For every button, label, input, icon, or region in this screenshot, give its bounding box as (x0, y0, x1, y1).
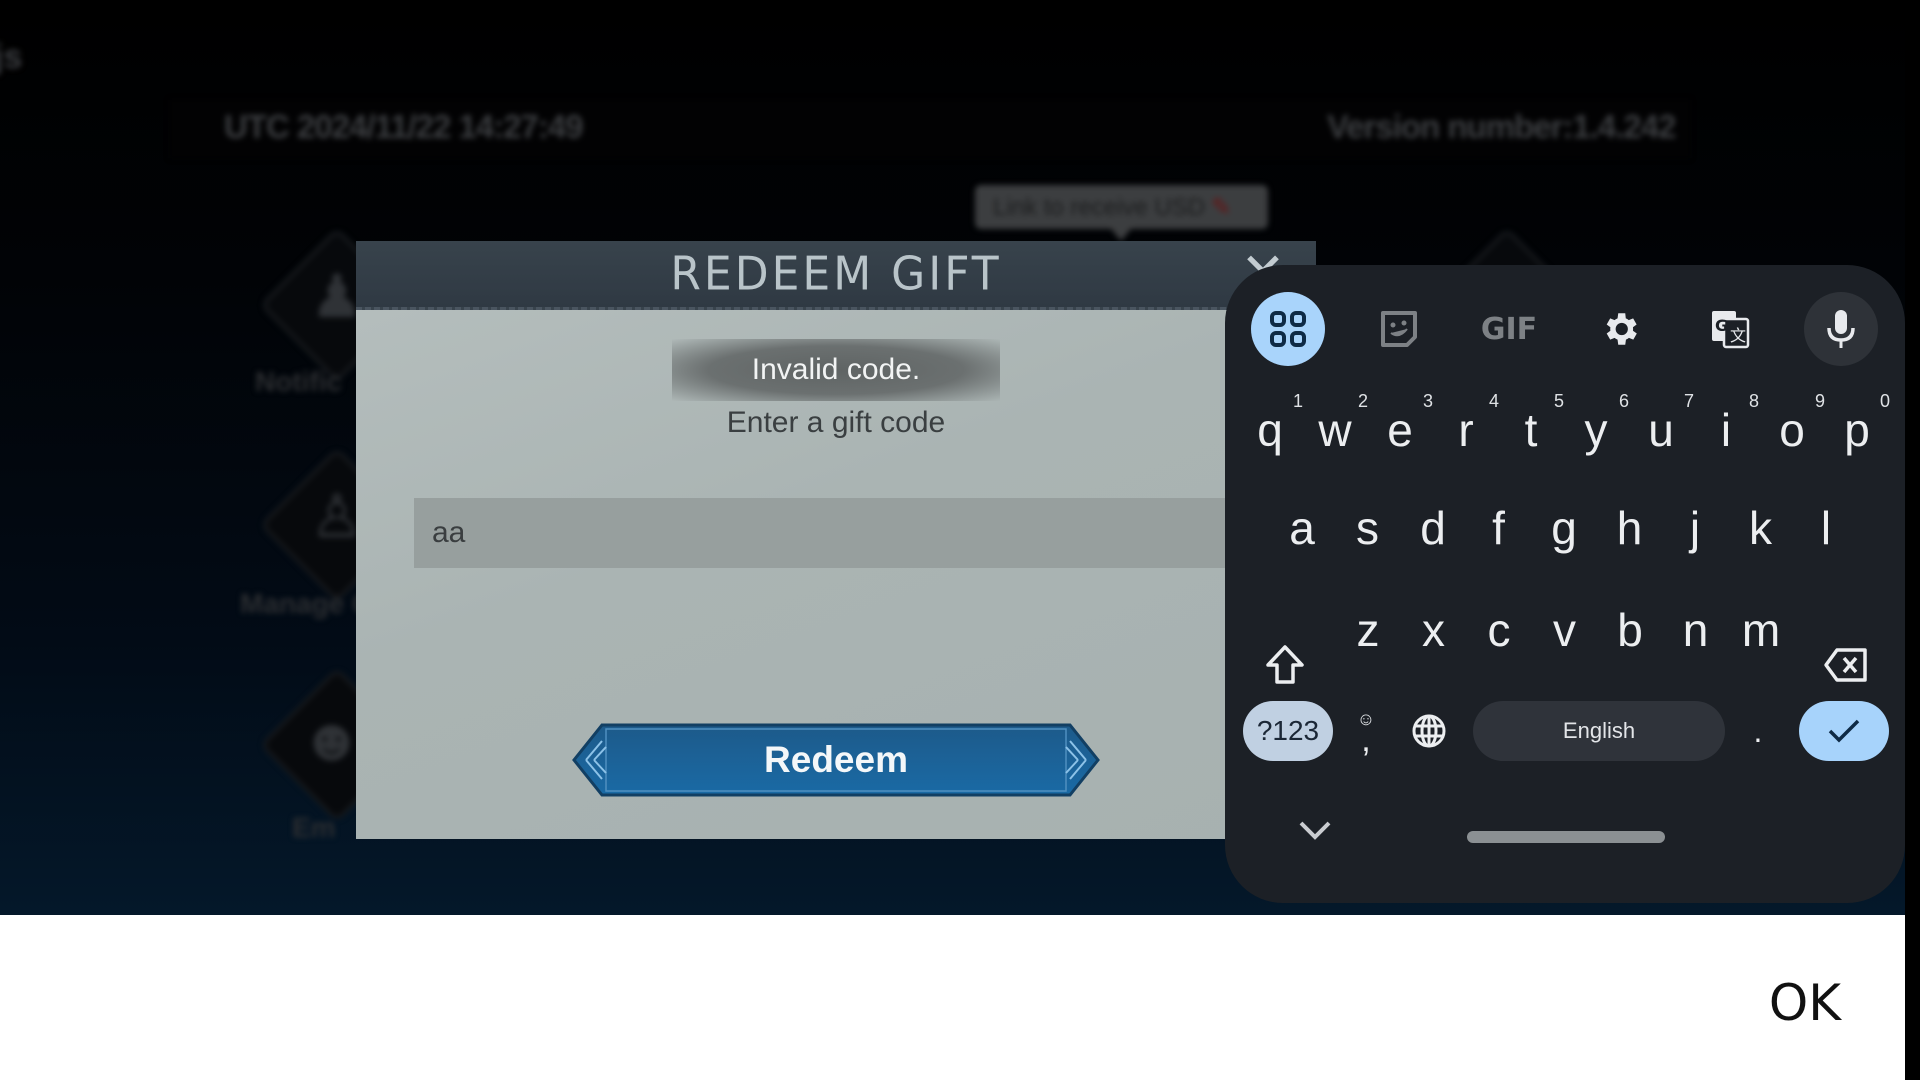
hide-keyboard-button[interactable] (1285, 805, 1345, 855)
language-key[interactable] (1399, 701, 1459, 761)
input-action-bar: OK (0, 915, 1905, 1080)
utc-time: UTC 2024/11/22 14:27:49 (224, 108, 584, 145)
tooltip-text: Link to receive USD (993, 194, 1206, 221)
redeem-button-label: Redeem (764, 739, 908, 780)
space-key-label: English (1562, 718, 1636, 743)
key-z[interactable]: z (1336, 590, 1400, 670)
shift-arrow-icon (1266, 645, 1304, 684)
shift-key[interactable] (1250, 625, 1320, 705)
key-d[interactable]: d (1401, 488, 1465, 568)
settings-gear-icon (1606, 313, 1637, 345)
key-j[interactable]: j (1663, 488, 1727, 568)
dialog-title: REDEEM GIFT (670, 247, 1002, 302)
translate-button[interactable]: G 文 (1693, 292, 1767, 366)
key-c[interactable]: c (1467, 590, 1531, 670)
key-f[interactable]: f (1467, 488, 1531, 568)
redeem-button[interactable]: Redeem (572, 723, 1100, 797)
svg-text:G: G (1715, 316, 1728, 335)
microphone-icon (1827, 310, 1855, 348)
key-h[interactable]: h (1598, 488, 1662, 568)
version-number: Version number:1.4.242 (1327, 108, 1676, 145)
key-k[interactable]: k (1729, 488, 1793, 568)
background-label-emotes: Em (292, 812, 336, 843)
comma-key[interactable]: ☺ , (1343, 701, 1389, 761)
voice-input-button[interactable] (1804, 292, 1878, 366)
gift-code-prompt: Enter a gift code (726, 406, 946, 439)
key-s[interactable]: s (1336, 488, 1400, 568)
key-a[interactable]: a (1270, 488, 1334, 568)
gift-code-input[interactable] (414, 498, 1316, 568)
on-screen-keyboard: GIF G 文 q1w2e3r4t5y6u7i8o9p0 asdfghjkl z… (1225, 265, 1905, 903)
apps-button[interactable] (1251, 292, 1325, 366)
pen-icon: ✎ (1211, 194, 1232, 221)
key-b[interactable]: b (1598, 590, 1662, 670)
key-x[interactable]: x (1402, 590, 1466, 670)
sticker-button[interactable] (1362, 292, 1436, 366)
invalid-code-toast: Invalid code. (672, 339, 1000, 401)
background-label-notifications: Notific (255, 366, 343, 397)
key-n[interactable]: n (1664, 590, 1728, 670)
symbols-key[interactable]: ?123 (1243, 701, 1333, 761)
link-tooltip: Link to receive USD ✎ (975, 185, 1268, 241)
key-l[interactable]: l (1794, 488, 1858, 568)
svg-text:文: 文 (1730, 326, 1746, 345)
period-key-label: . (1753, 712, 1763, 749)
period-key[interactable]: . (1733, 701, 1783, 761)
key-g[interactable]: g (1532, 488, 1596, 568)
translate-icon: G 文 (1712, 311, 1750, 349)
smiley-icon: ☻ (300, 706, 364, 773)
ok-button[interactable]: OK (1755, 973, 1855, 1033)
screen-edge (1905, 0, 1920, 1080)
keyboard-handle-bar[interactable] (1467, 831, 1665, 843)
key-hint-0: 0 (1879, 391, 1890, 411)
sticker-icon (1381, 311, 1417, 347)
key-v[interactable]: v (1533, 590, 1597, 670)
dialog-titlebar: REDEEM GIFT ✕ (356, 241, 1316, 310)
background-corner-text: js (0, 38, 23, 76)
comma-key-label: , (1361, 721, 1371, 759)
gif-icon: GIF (1480, 311, 1538, 347)
checkmark-icon (1828, 719, 1860, 743)
backspace-icon (1824, 648, 1867, 682)
settings-button[interactable] (1583, 292, 1657, 366)
apps-grid-icon (1270, 311, 1306, 347)
key-m[interactable]: m (1729, 590, 1793, 670)
space-key[interactable]: English (1473, 701, 1725, 761)
gif-button[interactable]: GIF (1472, 292, 1546, 366)
symbols-key-label: ?123 (1256, 715, 1320, 746)
redeem-gift-dialog: REDEEM GIFT ✕ Invalid code. Enter a gift… (356, 241, 1316, 839)
chevron-down-icon (1299, 821, 1331, 840)
globe-icon (1412, 714, 1446, 748)
background-label-manage: Manage C (240, 588, 373, 619)
backspace-key[interactable] (1811, 625, 1881, 705)
enter-key[interactable] (1799, 701, 1889, 761)
